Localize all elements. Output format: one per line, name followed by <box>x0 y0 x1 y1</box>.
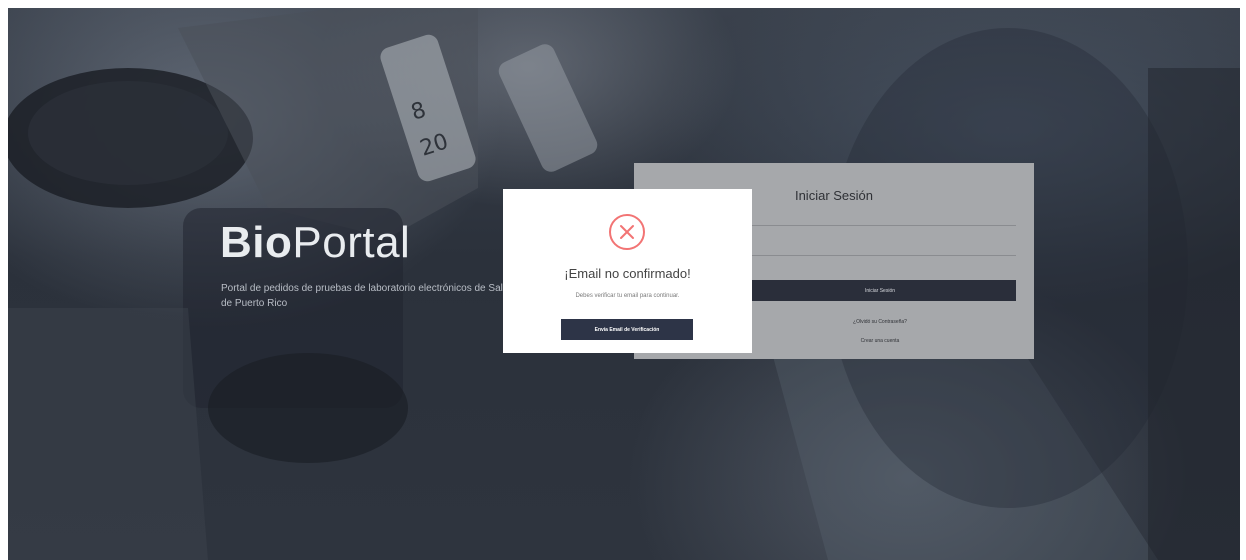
brand-bold: Bio <box>220 218 293 267</box>
brand-regular: Portal <box>292 218 411 267</box>
modal-message: Debes verificar tu email para continuar. <box>575 293 680 299</box>
login-submit-button[interactable]: Iniciar Sesión <box>744 280 1016 301</box>
error-x-icon <box>609 214 645 250</box>
create-account-link[interactable]: Crear una cuenta <box>744 338 1016 344</box>
tagline: Portal de pedidos de pruebas de laborato… <box>221 283 514 309</box>
alert-modal: ¡Email no confirmado! Debes verificar tu… <box>503 189 752 353</box>
brand-logo: BioPortal <box>220 218 410 268</box>
forgot-password-link[interactable]: ¿Olvidó su Contraseña? <box>744 319 1016 325</box>
send-verification-email-button[interactable]: Envía Email de Verificación <box>561 319 693 340</box>
background-photo: 8 20 BioPortal Portal de pedidos de prue… <box>8 8 1240 560</box>
email-field[interactable] <box>744 225 1016 226</box>
modal-title: ¡Email no confirmado! <box>564 266 691 281</box>
password-field[interactable] <box>744 255 1016 256</box>
